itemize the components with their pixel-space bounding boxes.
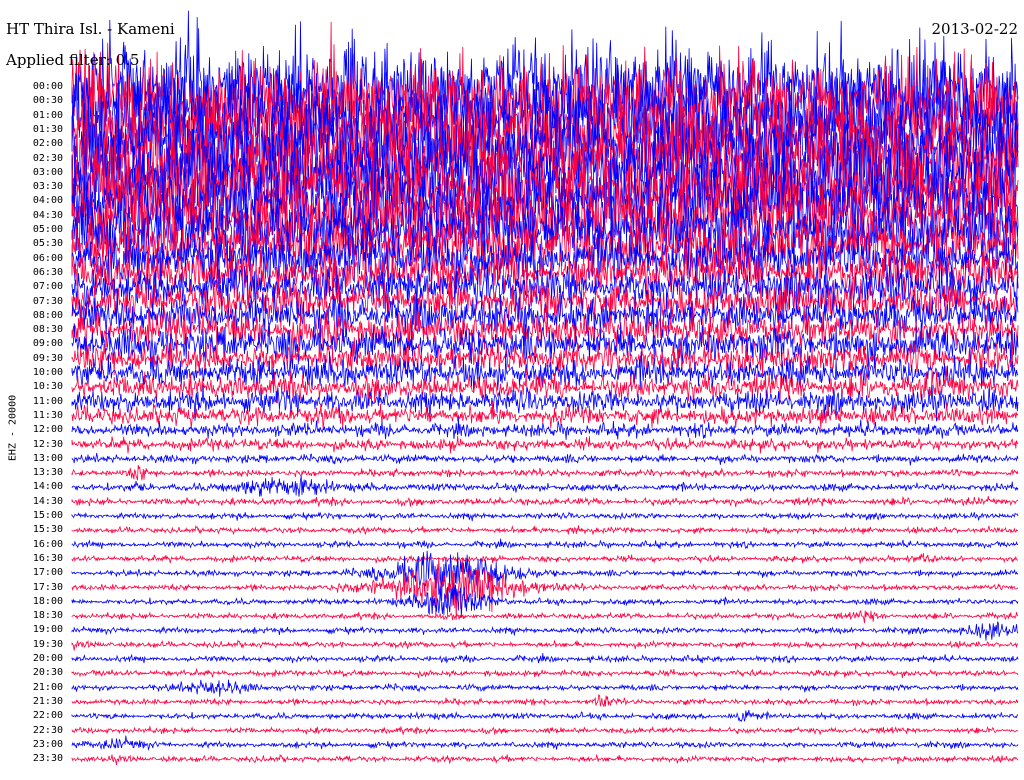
time-tick: 22:30 <box>32 724 63 736</box>
trace-1530 <box>71 525 1019 536</box>
time-tick: 15:00 <box>32 510 63 521</box>
time-tick: 19:30 <box>32 638 63 650</box>
time-tick: 03:30 <box>32 181 63 193</box>
time-tick: 10:30 <box>32 381 63 393</box>
trace-2230 <box>71 725 1019 736</box>
time-tick: 09:00 <box>32 338 63 350</box>
time-tick: 17:00 <box>32 567 63 579</box>
time-tick: 18:30 <box>32 610 63 622</box>
time-tick: 05:30 <box>32 238 63 250</box>
time-tick: 22:00 <box>32 710 63 722</box>
time-tick: 23:30 <box>32 753 63 765</box>
time-tick: 03:00 <box>32 166 63 178</box>
trace-1930 <box>71 639 1019 651</box>
trace-2100 <box>71 679 1019 697</box>
time-tick: 00:00 <box>32 81 63 92</box>
trace-2300 <box>71 735 1019 752</box>
time-tick: 20:30 <box>32 667 63 679</box>
time-tick: 14:00 <box>32 481 63 493</box>
time-tick: 15:30 <box>32 524 63 536</box>
time-tick: 10:00 <box>32 367 63 378</box>
trace-1500 <box>71 511 1019 522</box>
trace-2030 <box>71 667 1019 679</box>
trace-2330 <box>71 753 1019 765</box>
time-tick: 13:00 <box>32 452 63 464</box>
recording-date: 2013-02-22 <box>931 20 1018 38</box>
time-tick: 21:00 <box>32 681 63 693</box>
trace-2130 <box>71 694 1019 707</box>
time-tick: 18:00 <box>32 595 63 607</box>
trace-1300 <box>71 452 1019 466</box>
time-tick: 11:30 <box>32 409 63 421</box>
time-tick: 20:00 <box>32 653 63 664</box>
station-title: HT Thira Isl. - Kameni <box>6 20 175 38</box>
time-tick: 17:30 <box>32 581 63 593</box>
time-tick: 11:00 <box>32 395 63 407</box>
time-tick: 13:30 <box>32 467 63 479</box>
time-tick: 06:30 <box>32 266 63 278</box>
time-tick: 00:30 <box>32 95 63 107</box>
trace-2200 <box>71 709 1019 722</box>
seismic-traces <box>71 10 1019 765</box>
time-tick: 04:00 <box>32 195 63 207</box>
trace-1200 <box>71 416 1019 440</box>
time-tick: 07:30 <box>32 295 63 307</box>
trace-2000 <box>71 653 1019 664</box>
time-tick: 02:30 <box>32 152 63 164</box>
time-tick: 16:00 <box>32 538 63 550</box>
time-tick: 01:00 <box>32 109 63 121</box>
time-tick: 09:30 <box>32 352 63 364</box>
time-tick: 08:30 <box>32 324 63 336</box>
time-tick: 02:00 <box>32 138 63 150</box>
trace-1630 <box>71 553 1019 564</box>
trace-1230 <box>71 436 1019 454</box>
trace-1730 <box>71 557 1019 620</box>
trace-1330 <box>71 464 1019 481</box>
time-tick: 06:00 <box>32 252 63 264</box>
time-tick: 12:30 <box>32 438 63 450</box>
trace-1430 <box>71 495 1019 508</box>
trace-1830 <box>71 610 1019 624</box>
time-tick: 04:30 <box>32 209 63 221</box>
time-tick: 05:00 <box>32 224 63 235</box>
time-tick: 08:00 <box>32 309 63 321</box>
time-tick: 19:00 <box>32 624 63 636</box>
filter-label: Applied filter: 0.5 <box>6 51 140 69</box>
helicorder-plot <box>71 10 1019 765</box>
trace-1900 <box>71 621 1019 641</box>
time-tick: 01:30 <box>32 123 63 135</box>
time-tick: 16:30 <box>32 552 63 564</box>
time-tick: 14:30 <box>32 495 63 507</box>
trace-1400 <box>71 475 1019 497</box>
time-tick: 12:00 <box>32 424 63 436</box>
time-tick: 07:00 <box>32 281 63 293</box>
time-tick: 21:30 <box>32 695 63 707</box>
time-tick: 23:00 <box>32 738 63 750</box>
trace-1600 <box>71 538 1019 550</box>
